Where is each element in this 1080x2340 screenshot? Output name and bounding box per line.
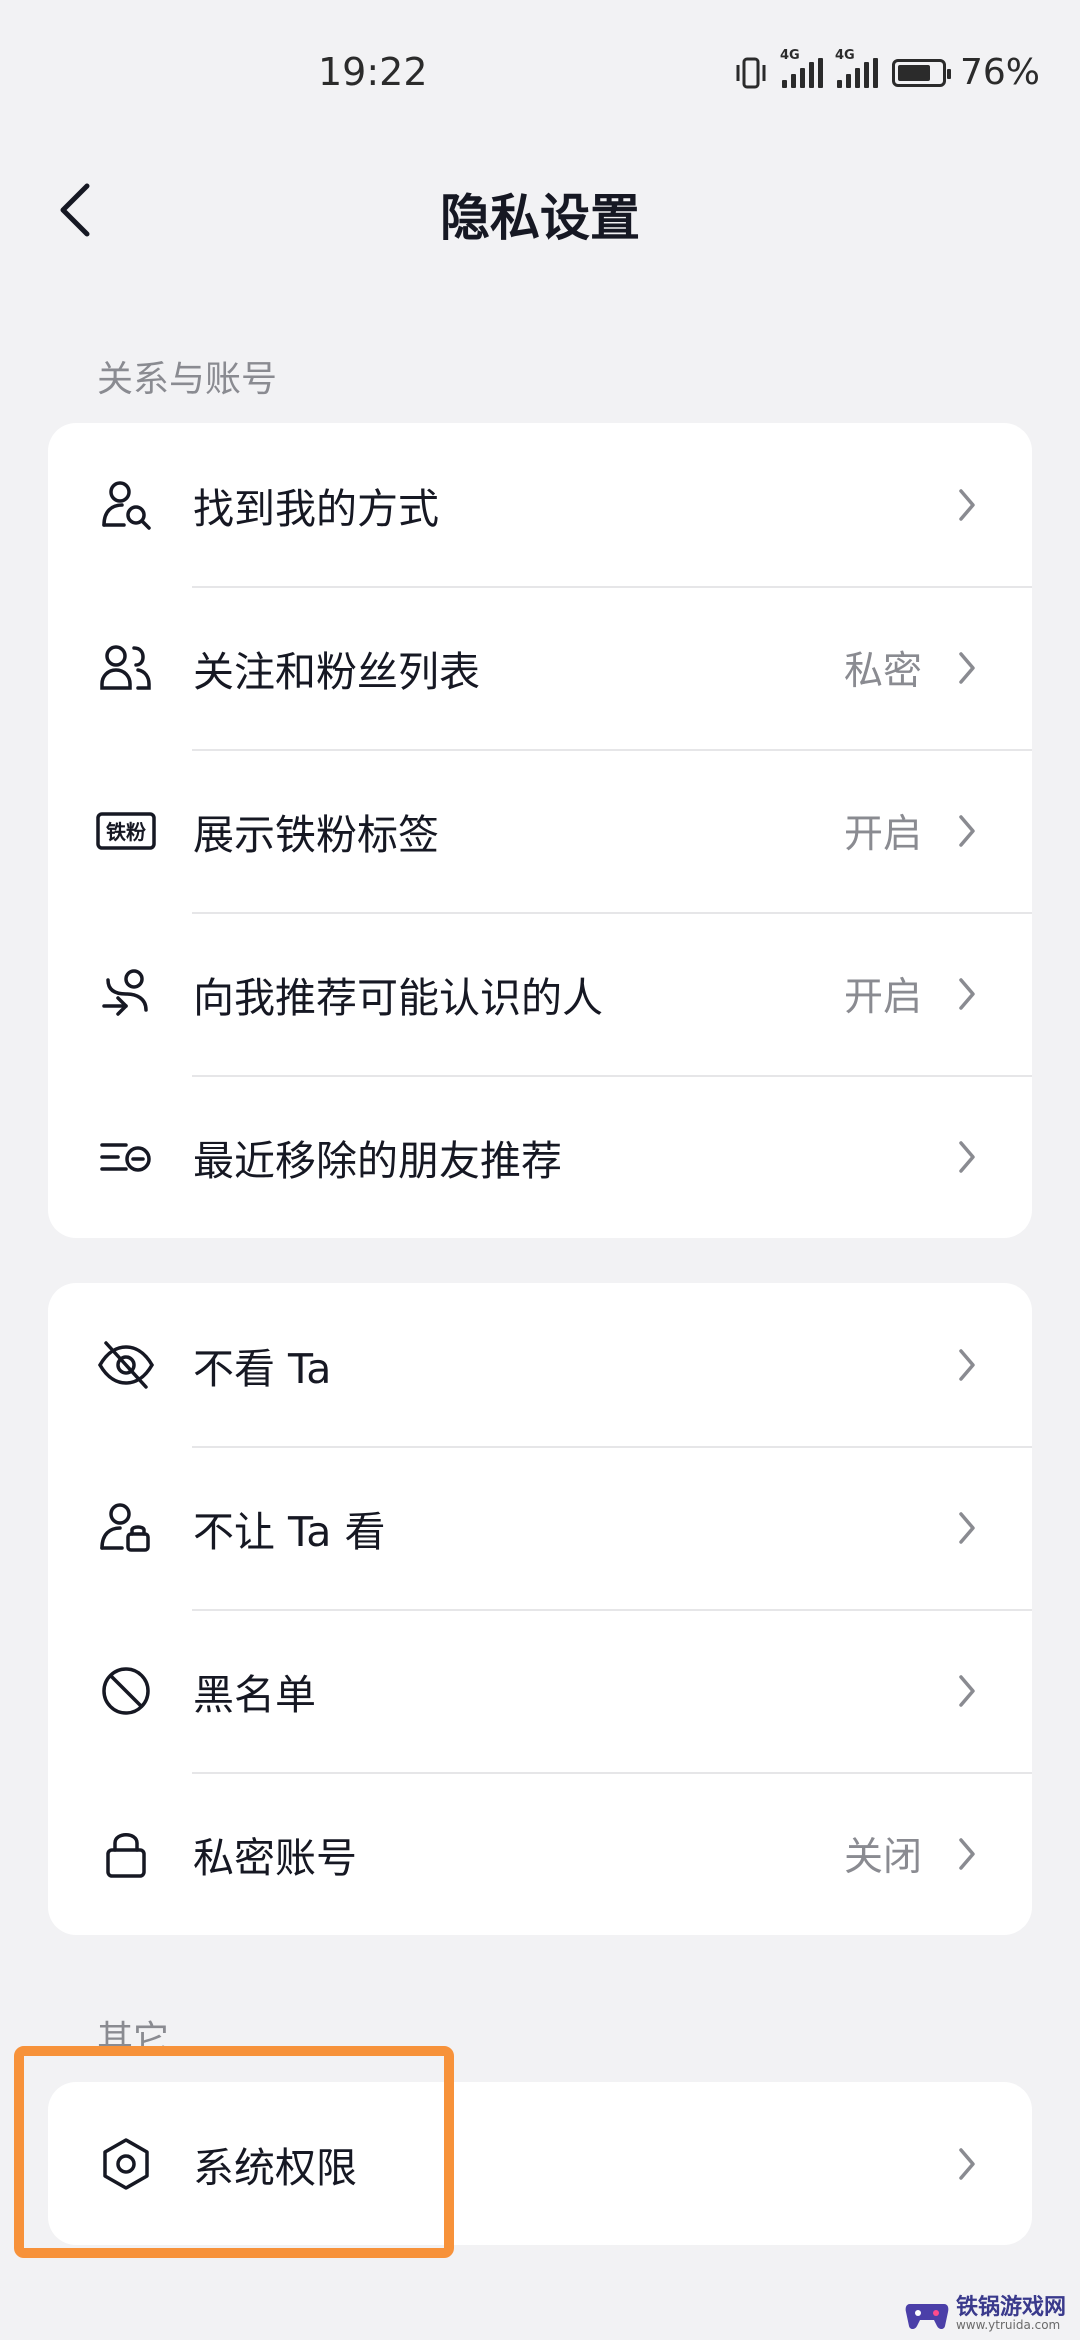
row-label: 展示铁粉标签	[193, 810, 439, 859]
chevron-right-icon	[952, 648, 982, 688]
chevron-right-icon	[952, 1834, 982, 1874]
vibrate-icon	[734, 55, 768, 91]
fan-badge-icon: 铁粉	[96, 801, 156, 861]
list-remove-icon	[96, 1127, 156, 1187]
person-search-icon	[96, 475, 156, 535]
section-label-relationship: 关系与账号	[97, 359, 278, 400]
gamepad-logo-icon	[905, 2304, 949, 2329]
row-value: 开启	[843, 811, 922, 857]
battery-percent: 76%	[959, 52, 1040, 93]
system-permissions-row[interactable]: 系统权限	[48, 2082, 1032, 2245]
relationship-card: 找到我的方式 关注和粉丝列表 私密 铁粉 展示铁粉标签 开启 向我推荐可能认识的…	[48, 423, 1032, 1238]
row-value: 开启	[843, 974, 922, 1020]
row-label: 私密账号	[193, 1833, 357, 1882]
battery-charging-icon	[891, 58, 951, 87]
row-label: 不让 Ta 看	[193, 1507, 386, 1556]
chevron-right-icon	[952, 1345, 982, 1385]
header: 隐私设置	[0, 150, 1080, 270]
row-label: 系统权限	[193, 2143, 357, 2192]
hide-their-posts-row[interactable]: 不看 Ta	[48, 1283, 1032, 1446]
follow-list-row[interactable]: 关注和粉丝列表 私密	[48, 586, 1032, 749]
find-me-row[interactable]: 找到我的方式	[48, 423, 1032, 586]
row-label: 找到我的方式	[193, 484, 439, 533]
row-label: 不看 Ta	[193, 1344, 332, 1393]
other-card: 系统权限	[48, 2082, 1032, 2245]
fan-badge-row[interactable]: 铁粉 展示铁粉标签 开启	[48, 749, 1032, 912]
chevron-right-icon	[952, 811, 982, 851]
chevron-right-icon	[952, 974, 982, 1014]
status-icons: 4G 4G 76%	[734, 48, 1040, 93]
chevron-right-icon	[952, 1137, 982, 1177]
visibility-card: 不看 Ta 不让 Ta 看 黑名单 私密账号 关闭	[48, 1283, 1032, 1935]
eye-off-icon	[96, 1335, 156, 1395]
blacklist-row[interactable]: 黑名单	[48, 1609, 1032, 1772]
removed-recommend-row[interactable]: 最近移除的朋友推荐	[48, 1075, 1032, 1238]
private-account-row[interactable]: 私密账号 关闭	[48, 1772, 1032, 1935]
recommend-people-row[interactable]: 向我推荐可能认识的人 开启	[48, 912, 1032, 1075]
person-recommend-icon	[96, 964, 156, 1024]
status-bar: 19:22 4G 4G 76%	[0, 0, 1080, 150]
lock-icon	[96, 1824, 156, 1884]
watermark-url: www.ytruida.com	[955, 2318, 1061, 2333]
hide-my-posts-row[interactable]: 不让 Ta 看	[48, 1446, 1032, 1609]
block-icon	[96, 1661, 156, 1721]
hexagon-settings-icon	[96, 2134, 156, 2194]
row-value: 私密	[843, 648, 922, 694]
chevron-right-icon	[952, 485, 982, 525]
chevron-right-icon	[952, 1508, 982, 1548]
people-icon	[96, 638, 156, 698]
signal-icon: 4G	[780, 48, 823, 88]
row-label: 最近移除的朋友推荐	[193, 1136, 562, 1185]
row-value: 关闭	[843, 1834, 922, 1880]
chevron-right-icon	[952, 1671, 982, 1711]
watermark-main: 铁锅游戏网	[955, 2295, 1066, 2321]
section-label-other: 其它	[97, 2019, 170, 2060]
row-label: 黑名单	[193, 1670, 316, 1719]
status-time: 19:22	[318, 50, 428, 94]
svg-text:铁粉: 铁粉	[106, 820, 146, 844]
watermark: 铁锅游戏网 www.ytruida.com	[904, 2296, 1066, 2332]
person-lock-icon	[96, 1498, 156, 1558]
chevron-right-icon	[952, 2144, 982, 2184]
page-title: 隐私设置	[440, 189, 640, 247]
row-label: 关注和粉丝列表	[193, 647, 480, 696]
row-label: 向我推荐可能认识的人	[193, 973, 603, 1022]
signal-icon: 4G	[835, 48, 878, 88]
